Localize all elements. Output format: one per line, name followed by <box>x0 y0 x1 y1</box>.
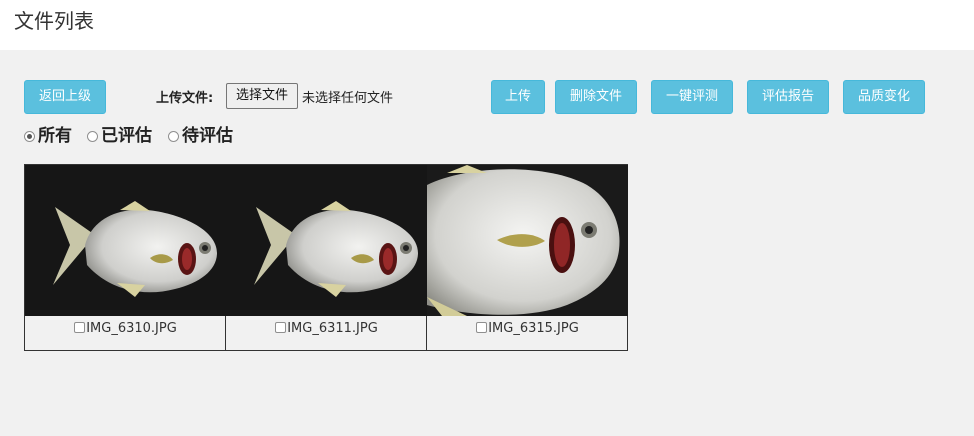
back-button[interactable]: 返回上级 <box>24 80 106 114</box>
file-select-checkbox[interactable] <box>476 322 488 333</box>
file-name: IMG_6311.JPG <box>287 321 378 336</box>
eval-report-button[interactable]: 评估报告 <box>747 80 829 114</box>
file-item[interactable]: IMG_6315.JPG <box>427 165 628 350</box>
upload-file-label: 上传文件: <box>156 91 214 106</box>
filter-all-radio[interactable] <box>24 131 35 142</box>
file-gallery: IMG_6310.JPG IMG_6311.JPG IMG_6315.JPG <box>24 164 628 351</box>
file-name: IMG_6315.JPG <box>488 321 579 336</box>
file-caption: IMG_6315.JPG <box>427 321 628 341</box>
file-caption: IMG_6310.JPG <box>25 321 226 341</box>
file-item[interactable]: IMG_6310.JPG <box>25 165 226 350</box>
page-title: 文件列表 <box>14 9 94 33</box>
delete-file-button[interactable]: 删除文件 <box>555 80 637 114</box>
file-caption: IMG_6311.JPG <box>226 321 427 341</box>
filter-pending-label[interactable]: 待评估 <box>182 124 233 148</box>
filter-evaluated-label[interactable]: 已评估 <box>101 124 152 148</box>
file-select-checkbox[interactable] <box>74 322 86 333</box>
one-click-eval-button[interactable]: 一键评测 <box>651 80 733 114</box>
file-status-text: 未选择任何文件 <box>302 91 394 106</box>
page-header: 文件列表 <box>0 0 974 50</box>
file-item[interactable]: IMG_6311.JPG <box>226 165 427 350</box>
file-select-checkbox[interactable] <box>275 322 287 333</box>
file-name: IMG_6310.JPG <box>86 321 177 336</box>
file-thumbnail[interactable] <box>25 165 226 316</box>
upload-button[interactable]: 上传 <box>491 80 545 114</box>
filter-pending-radio[interactable] <box>168 131 179 142</box>
file-thumbnail[interactable] <box>226 165 427 316</box>
filter-evaluated-radio[interactable] <box>87 131 98 142</box>
file-thumbnail[interactable] <box>427 165 628 316</box>
choose-file-button[interactable]: 选择文件 <box>226 83 298 109</box>
quality-change-button[interactable]: 品质变化 <box>843 80 925 114</box>
filter-all-label[interactable]: 所有 <box>38 124 72 148</box>
